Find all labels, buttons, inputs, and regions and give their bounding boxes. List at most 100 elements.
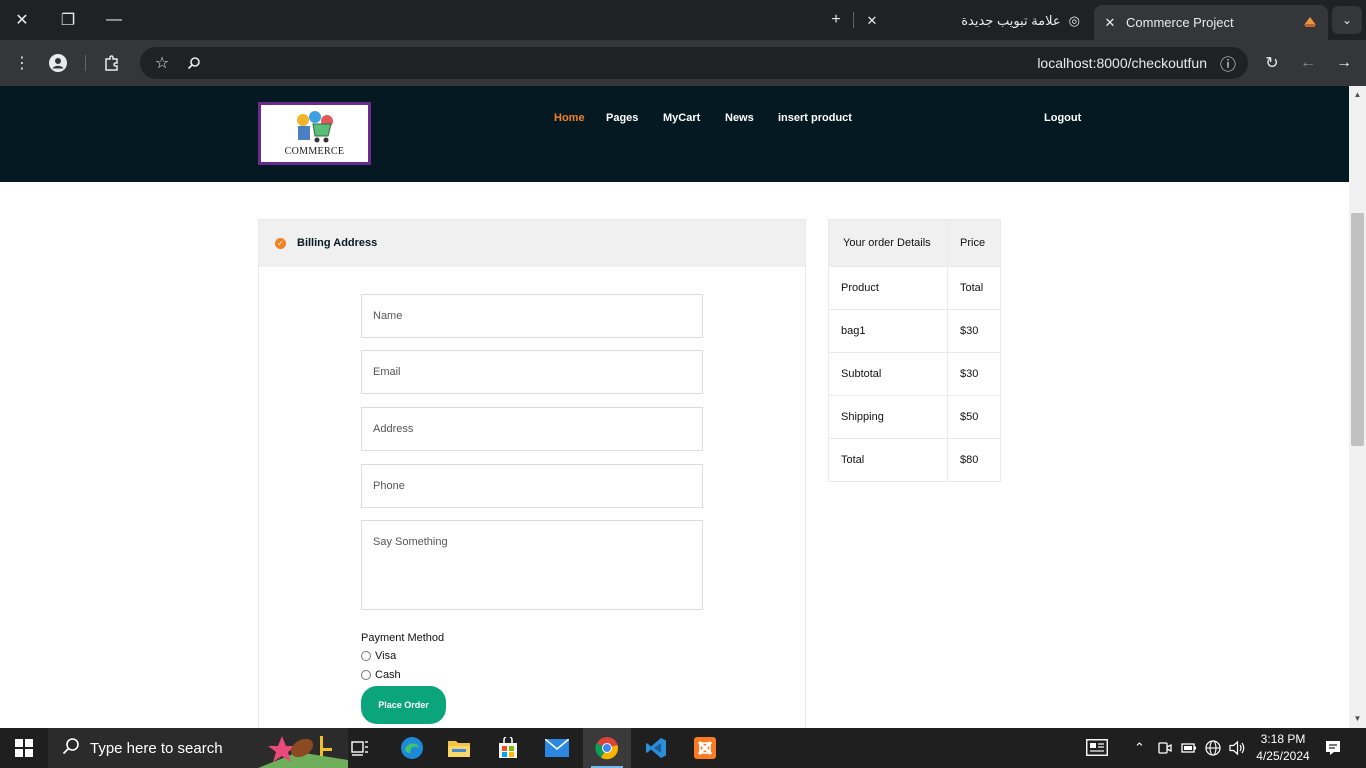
- file-explorer-icon[interactable]: [437, 728, 481, 768]
- minimize-window-button[interactable]: —: [92, 4, 136, 36]
- nav-news[interactable]: News: [725, 112, 754, 124]
- order-details-table: Your order Details Price Product Total b…: [828, 219, 1001, 482]
- nav-insert-product[interactable]: insert product: [778, 112, 852, 124]
- restore-window-button[interactable]: ❐: [46, 4, 90, 36]
- table-cell: bag1: [828, 309, 948, 353]
- shopping-cart-logo-icon: [291, 110, 339, 144]
- windows-start-icon[interactable]: [0, 728, 48, 768]
- table-row: Subtotal $30: [828, 352, 1001, 396]
- scroll-up-arrow-icon[interactable]: ▲: [1352, 90, 1363, 100]
- table-cell: Total: [828, 438, 948, 482]
- tab-separator: [853, 12, 854, 28]
- table-row: Total $80: [828, 438, 1001, 482]
- order-header-price: Price: [947, 219, 1001, 267]
- tray-chevron-up-icon[interactable]: ⌃: [1134, 740, 1145, 756]
- table-cell: Product: [828, 266, 948, 310]
- table-row: Shipping $50: [828, 395, 1001, 439]
- xampp-icon[interactable]: [683, 728, 727, 768]
- nav-logout[interactable]: Logout: [1044, 112, 1081, 124]
- search-highlight-icon: [258, 732, 348, 768]
- check-circle-icon: ✓: [275, 238, 286, 249]
- tab-title: Commerce Project: [1126, 15, 1234, 30]
- news-widget-icon[interactable]: [1086, 739, 1108, 759]
- scrollbar-thumb[interactable]: [1351, 213, 1364, 446]
- phone-field[interactable]: [361, 464, 703, 508]
- chrome-icon[interactable]: [583, 728, 631, 768]
- site-header: COMMERCE Home Pages MyCart News insert p…: [0, 86, 1349, 182]
- table-cell: Total: [947, 266, 1001, 310]
- bookmark-star-icon[interactable]: ☆: [148, 49, 176, 77]
- table-cell: $80: [947, 438, 1001, 482]
- table-row: Product Total: [828, 266, 1001, 310]
- profile-icon[interactable]: [44, 49, 72, 77]
- site-logo[interactable]: COMMERCE: [258, 102, 371, 165]
- visa-radio[interactable]: [361, 651, 371, 661]
- nav-mycart[interactable]: MyCart: [663, 112, 700, 124]
- edge-browser-icon[interactable]: [390, 728, 434, 768]
- forward-arrow-icon[interactable]: →: [1330, 49, 1358, 77]
- taskbar-clock[interactable]: 3:18 PM 4/25/2024: [1252, 731, 1314, 765]
- close-window-button[interactable]: ✕: [0, 4, 44, 36]
- billing-title: Billing Address: [297, 237, 378, 249]
- order-table-header: Your order Details Price: [828, 219, 1001, 267]
- address-field[interactable]: [361, 407, 703, 451]
- table-cell: $50: [947, 395, 1001, 439]
- clock-date: 4/25/2024: [1256, 749, 1310, 763]
- microsoft-store-icon[interactable]: [486, 728, 530, 768]
- visa-label: Visa: [375, 650, 397, 662]
- message-field[interactable]: [361, 520, 703, 610]
- zoom-search-icon[interactable]: [180, 49, 208, 77]
- email-field[interactable]: [361, 350, 703, 394]
- tab-close-icon[interactable]: ✕: [1102, 15, 1118, 31]
- tab-search-chevron-icon[interactable]: ⌄: [1332, 6, 1362, 34]
- search-icon: [62, 737, 80, 759]
- table-cell: Shipping: [828, 395, 948, 439]
- volume-icon[interactable]: [1229, 740, 1246, 759]
- task-view-icon[interactable]: [340, 728, 380, 768]
- page-scrollbar[interactable]: ▲ ▼: [1349, 86, 1366, 728]
- billing-header[interactable]: ✓ Billing Address: [259, 220, 805, 267]
- reload-icon[interactable]: ↻: [1258, 49, 1286, 77]
- site-info-icon[interactable]: ⓘ: [1214, 49, 1242, 77]
- mail-icon[interactable]: [535, 728, 579, 768]
- back-arrow-icon[interactable]: ←: [1294, 49, 1322, 77]
- table-cell: $30: [947, 352, 1001, 396]
- taskbar-search-box[interactable]: Type here to search: [48, 728, 348, 768]
- nav-home[interactable]: Home: [554, 112, 585, 124]
- toolbar-separator: [85, 55, 86, 71]
- battery-icon[interactable]: [1181, 740, 1197, 759]
- vscode-icon[interactable]: [634, 728, 678, 768]
- logo-text: COMMERCE: [284, 146, 345, 157]
- table-cell: Subtotal: [828, 352, 948, 396]
- address-bar[interactable]: ☆ localhost:8000/checkoutfun ⓘ: [140, 47, 1248, 79]
- order-header-details: Your order Details: [828, 219, 948, 267]
- tab-close-icon[interactable]: ✕: [864, 13, 880, 29]
- taskbar-search-placeholder: Type here to search: [90, 739, 223, 757]
- nav-pages[interactable]: Pages: [606, 112, 638, 124]
- windows-taskbar: Type here to search ⌃ 3:18 PM 4/25/2024: [0, 728, 1366, 768]
- payment-option-cash[interactable]: Cash: [361, 669, 401, 681]
- place-order-button[interactable]: Place Order: [361, 686, 446, 724]
- page-viewport: COMMERCE Home Pages MyCart News insert p…: [0, 86, 1349, 728]
- scroll-down-arrow-icon[interactable]: ▼: [1352, 714, 1363, 724]
- notifications-icon[interactable]: [1325, 740, 1341, 759]
- tab-title: علامة تبويب جديدة: [961, 12, 1061, 28]
- site-favicon-icon: [1302, 13, 1318, 32]
- table-cell: $30: [947, 309, 1001, 353]
- menu-kebab-icon[interactable]: ⋮: [8, 49, 36, 77]
- browser-tab-bar: ✕ ❐ — + ✕ علامة تبويب جديدة ◎ ✕ Commerce…: [0, 0, 1366, 40]
- cash-radio[interactable]: [361, 670, 371, 680]
- table-row: bag1 $30: [828, 309, 1001, 353]
- meet-now-icon[interactable]: [1158, 740, 1172, 759]
- payment-option-visa[interactable]: Visa: [361, 650, 396, 662]
- tab-new-tab[interactable]: ✕ علامة تبويب جديدة ◎: [864, 5, 1084, 36]
- extensions-icon[interactable]: [98, 49, 126, 77]
- clock-time: 3:18 PM: [1260, 732, 1306, 746]
- cash-label: Cash: [375, 669, 401, 681]
- payment-method-label: Payment Method: [361, 632, 445, 644]
- network-globe-icon[interactable]: [1205, 740, 1221, 759]
- tab-commerce-project[interactable]: ✕ Commerce Project: [1094, 5, 1328, 40]
- name-field[interactable]: [361, 294, 703, 338]
- new-tab-button[interactable]: +: [822, 6, 850, 34]
- url-text[interactable]: localhost:8000/checkoutfun: [1037, 55, 1207, 71]
